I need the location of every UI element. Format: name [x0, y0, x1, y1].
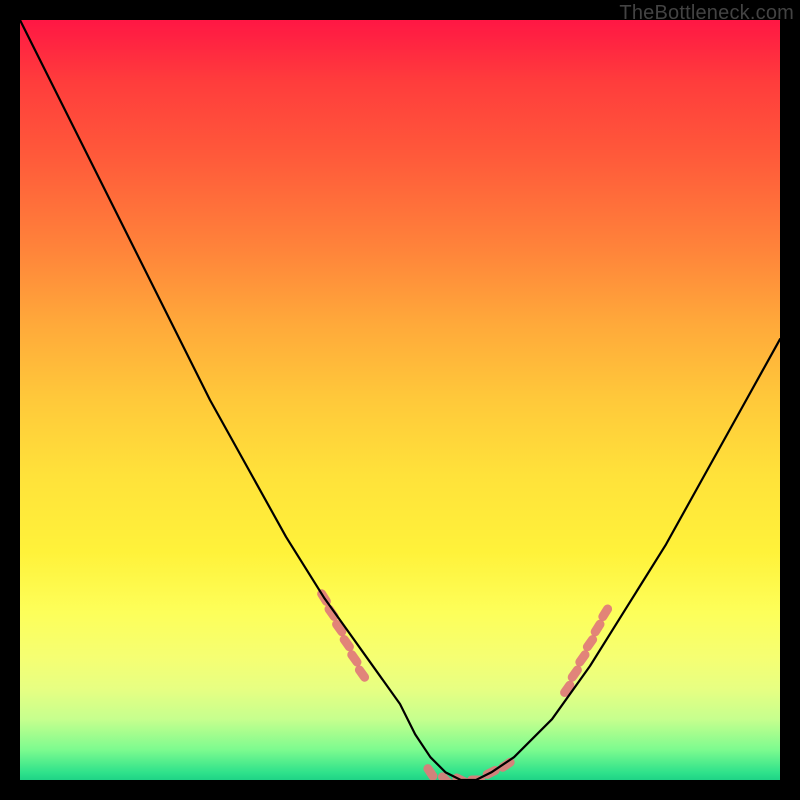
chart-container: TheBottleneck.com	[0, 0, 800, 800]
curve-marker	[566, 664, 584, 684]
curve-marker	[346, 648, 364, 668]
plot-area	[20, 20, 780, 780]
curve-marker	[323, 603, 341, 623]
curve-marker	[353, 664, 371, 684]
curve-marker	[581, 633, 599, 653]
curve-marker	[422, 762, 439, 780]
marker-layer	[315, 588, 613, 780]
curve-marker	[338, 633, 356, 653]
watermark-text: TheBottleneck.com	[619, 2, 794, 25]
chart-overlay	[20, 20, 780, 780]
curve-marker	[574, 648, 592, 668]
bottleneck-curve	[20, 20, 780, 780]
